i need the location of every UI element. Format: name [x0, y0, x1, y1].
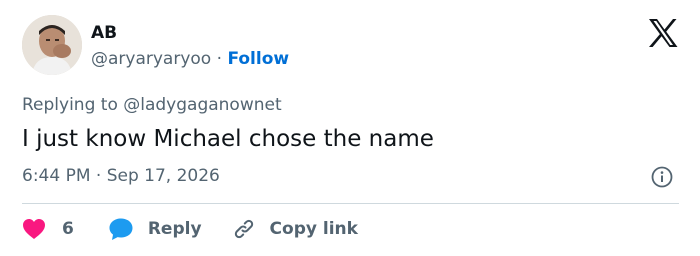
follow-button[interactable]: Follow	[227, 49, 289, 69]
action-bar: 6 Reply Copy link	[22, 215, 358, 243]
reply-context: Replying to @ladygaganownet	[22, 93, 282, 117]
tweet-timestamp[interactable]: 6:44 PM · Sep 17, 2026	[22, 164, 220, 188]
author-name[interactable]: AB	[91, 22, 117, 44]
divider	[22, 203, 679, 204]
reply-label: Reply	[147, 219, 202, 239]
reply-button[interactable]: Reply	[108, 217, 202, 241]
reply-mention-link[interactable]: @ladygaganownet	[123, 95, 281, 115]
tweet-card: AB @aryaryaryoo · Follow Replying to @la…	[0, 0, 700, 256]
x-logo-icon[interactable]	[647, 18, 679, 48]
reply-context-prefix: Replying to	[22, 95, 124, 115]
copy-link-button[interactable]: Copy link	[232, 217, 358, 241]
tweet-date: Sep 17, 2026	[106, 166, 220, 186]
speech-bubble-icon	[108, 217, 134, 241]
handle-separator: ·	[216, 49, 223, 69]
avatar[interactable]	[22, 15, 82, 75]
heart-icon	[22, 218, 46, 240]
like-count: 6	[62, 219, 74, 239]
like-button[interactable]: 6	[22, 218, 74, 240]
handle-row: @aryaryaryoo · Follow	[91, 47, 289, 71]
link-icon	[232, 217, 256, 241]
author-handle[interactable]: @aryaryaryoo	[91, 49, 211, 69]
copy-link-label: Copy link	[269, 219, 358, 239]
tweet-time: 6:44 PM	[22, 166, 91, 186]
tweet-text: I just know Michael chose the name	[22, 126, 434, 152]
timestamp-separator: ·	[95, 166, 102, 186]
info-icon[interactable]	[651, 166, 673, 188]
